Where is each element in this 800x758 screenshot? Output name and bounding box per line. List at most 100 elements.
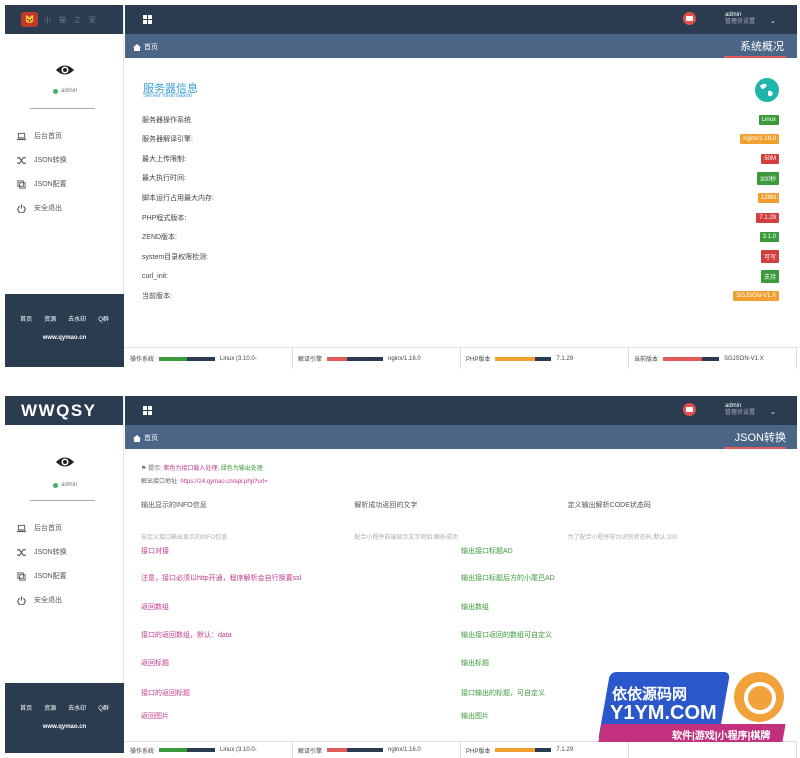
watermark-tagline: 软件|游戏|小程序|棋牌 (672, 731, 771, 742)
status-value: SGJSON-V1.X (724, 355, 764, 362)
footer-site[interactable]: www.qymao.cn (5, 724, 124, 730)
config-label: 输出显示的INFO信息 (141, 502, 207, 509)
sidebar-item-label: 安全退出 (34, 597, 62, 604)
divider (30, 108, 95, 109)
admin-menu[interactable]: admin 管理员设置 (725, 403, 755, 417)
footer-link-home[interactable]: 首页 (20, 703, 32, 712)
info-value-badge: 支持 (760, 269, 779, 283)
breadcrumb-bar: 首页 JSON转换 (125, 425, 797, 449)
server-info-row: 服务器操作系统 Linux (142, 110, 779, 129)
input-field-label[interactable]: 返回图片 (141, 711, 461, 721)
info-value-badge: 128M (757, 192, 779, 203)
sidebar-item-logout[interactable]: 安全退出 (17, 588, 117, 612)
info-label: 最大上传限制: (142, 155, 186, 163)
magnifier-icon (734, 672, 784, 722)
status-value: nginx/1.16.0 (388, 747, 421, 753)
chevron-down-icon[interactable]: ⌄ (770, 408, 776, 416)
field-pair: 返回数组 输出数组 (141, 602, 781, 612)
info-label: curl_init: (142, 272, 169, 280)
footer-link-qgroup[interactable]: Q群 (98, 703, 109, 712)
input-field-label[interactable]: 接口的返回标题 (141, 688, 461, 698)
server-info-panel: 服务器信息 Server information 服务器操作系统 Linux 服务器… (125, 58, 797, 348)
sidebar-item-json-convert[interactable]: JSON转换 (17, 148, 117, 172)
input-field-label[interactable]: 返回数组 (141, 602, 461, 612)
footer-link-qgroup[interactable]: Q群 (98, 314, 109, 323)
progress-bar (159, 356, 216, 361)
status-item: 操作系统 Linux (3.10.0- (125, 348, 293, 369)
admin-menu[interactable]: admin 管理员设置 (725, 12, 755, 26)
info-label: 脚本运行占用最大内存: (142, 194, 214, 202)
output-field-label[interactable]: 输出数组 (461, 602, 781, 612)
server-info-row: PHP程式版本: 7.1.29 (142, 208, 779, 227)
status-label: 解译引擎 (298, 357, 323, 363)
footer-link-resources[interactable]: 资源 (44, 314, 56, 323)
page-title: 系统概况 (724, 38, 786, 58)
input-field-label[interactable]: 接口的返回数组，默认：data (141, 630, 461, 640)
input-field-label[interactable]: 注意，接口必须以http开通，程序解析会自行换置ssl (141, 573, 461, 583)
breadcrumb[interactable]: 首页 (133, 42, 158, 52)
sidebar: WWQSY admin 后台首页 JSON转换 JSON配置 安全退出 首页 资… (5, 396, 124, 753)
sidebar-logo[interactable]: WWQSY (5, 396, 123, 425)
json-convert-screen: WWQSY admin 后台首页 JSON转换 JSON配置 安全退出 首页 资… (0, 391, 800, 758)
chevron-down-icon[interactable]: ⌄ (770, 17, 776, 25)
server-info-row: 脚本运行占用最大内存: 128M (142, 188, 779, 207)
config-label: 解析成功返回的文字 (354, 502, 418, 509)
sidebar-logo[interactable]: 🐱 小 猫 之 家 (5, 5, 123, 34)
status-label: 操作系统 (130, 357, 155, 363)
footer-site[interactable]: www.qymao.cn (5, 335, 124, 341)
output-field-label[interactable]: 输出接口标题后方的小尾巴AD (461, 573, 781, 583)
code-input[interactable]: 为了配合小程序前台识别状态码,默认:200 (568, 532, 781, 541)
sidebar-footer: 首页 资源 去水印 Q群 www.qymao.cn (5, 683, 124, 753)
status-bar: 操作系统 Linux (3.10.0- 解译引擎 nginx/1.16.0 PHP版本 7… (125, 347, 797, 369)
footer-link-watermark[interactable]: 去水印 (68, 314, 86, 323)
info-value-badge: 300秒 (756, 171, 779, 185)
breadcrumb[interactable]: 首页 (133, 433, 158, 443)
server-info-row: 服务器解译引擎: nginx/1.16.0 (142, 130, 779, 149)
sidebar-nav: 后台首页 JSON转换 JSON配置 安全退出 (17, 124, 117, 220)
server-info-row: 最大上传限制: 50M (142, 149, 779, 168)
home-icon (133, 43, 141, 51)
server-info-row: ZEND版本: 3.1.0 (142, 228, 779, 247)
breadcrumb-home: 首页 (144, 435, 158, 442)
sidebar-item-json-convert[interactable]: JSON转换 (17, 540, 117, 564)
admin-sub: 管理员设置 (725, 410, 756, 416)
success-text-input[interactable]: 配合小程序前端显示文字例如:解析成功 (354, 532, 567, 541)
input-field-label[interactable]: 返回标题 (141, 658, 461, 668)
info-input[interactable]: 自定义接口输出显示的INFO信息 (141, 532, 354, 541)
footer-link-watermark[interactable]: 去水印 (68, 703, 86, 712)
footer-link-home[interactable]: 首页 (20, 314, 32, 323)
mail-icon[interactable] (683, 12, 696, 25)
sidebar-item-home[interactable]: 后台首页 (17, 124, 117, 148)
progress-bar (495, 748, 552, 752)
info-label: PHP程式版本: (142, 214, 187, 222)
output-field-label[interactable]: 输出接口标题AD (461, 546, 781, 556)
status-item: PHP版本 7.1.29 (461, 348, 629, 369)
sidebar-item-label: 安全退出 (34, 205, 62, 212)
status-item: 解译引擎 nginx/1.16.0 (293, 742, 461, 758)
sidebar-item-logout[interactable]: 安全退出 (17, 196, 117, 220)
eye-icon (56, 65, 74, 75)
input-field-label[interactable]: 接口对接 (141, 546, 461, 556)
shuffle-icon (17, 156, 26, 164)
sidebar-item-json-config[interactable]: JSON配置 (17, 564, 117, 588)
status-value: Linux (3.10.0- (220, 747, 257, 753)
sidebar-item-json-config[interactable]: JSON配置 (17, 172, 117, 196)
server-info-row: 最大执行时间: 300秒 (142, 169, 779, 188)
api-address-link[interactable]: https://24.qymao.cn/api.php?url= (180, 479, 267, 485)
sidebar-item-label: JSON配置 (34, 573, 67, 580)
mail-icon[interactable] (683, 403, 696, 416)
progress-bar (327, 748, 384, 752)
status-value: Linux (3.10.0- (220, 355, 257, 362)
status-value: 7.1.29 (556, 747, 574, 753)
grid-menu-icon[interactable] (143, 406, 152, 415)
footer-link-resources[interactable]: 资源 (44, 703, 56, 712)
grid-menu-icon[interactable] (143, 15, 152, 24)
admin-name: admin (725, 403, 742, 409)
sidebar: 🐱 小 猫 之 家 admin 后台首页 JSON转换 JSON配置 安全退出 … (5, 5, 124, 367)
tip-line: ⚑ 提示: 紫色为接口载入处理; 绿色为输出处理 (141, 466, 263, 472)
output-field-label[interactable]: 输出接口返回的数组可自定义 (461, 630, 781, 640)
config-labels: 输出显示的INFO信息 解析成功返回的文字 定义输出解析CODE状态码 (141, 500, 781, 510)
status-label: 解译引擎 (298, 748, 323, 755)
sidebar-item-home[interactable]: 后台首页 (17, 516, 117, 540)
power-icon (17, 595, 26, 605)
